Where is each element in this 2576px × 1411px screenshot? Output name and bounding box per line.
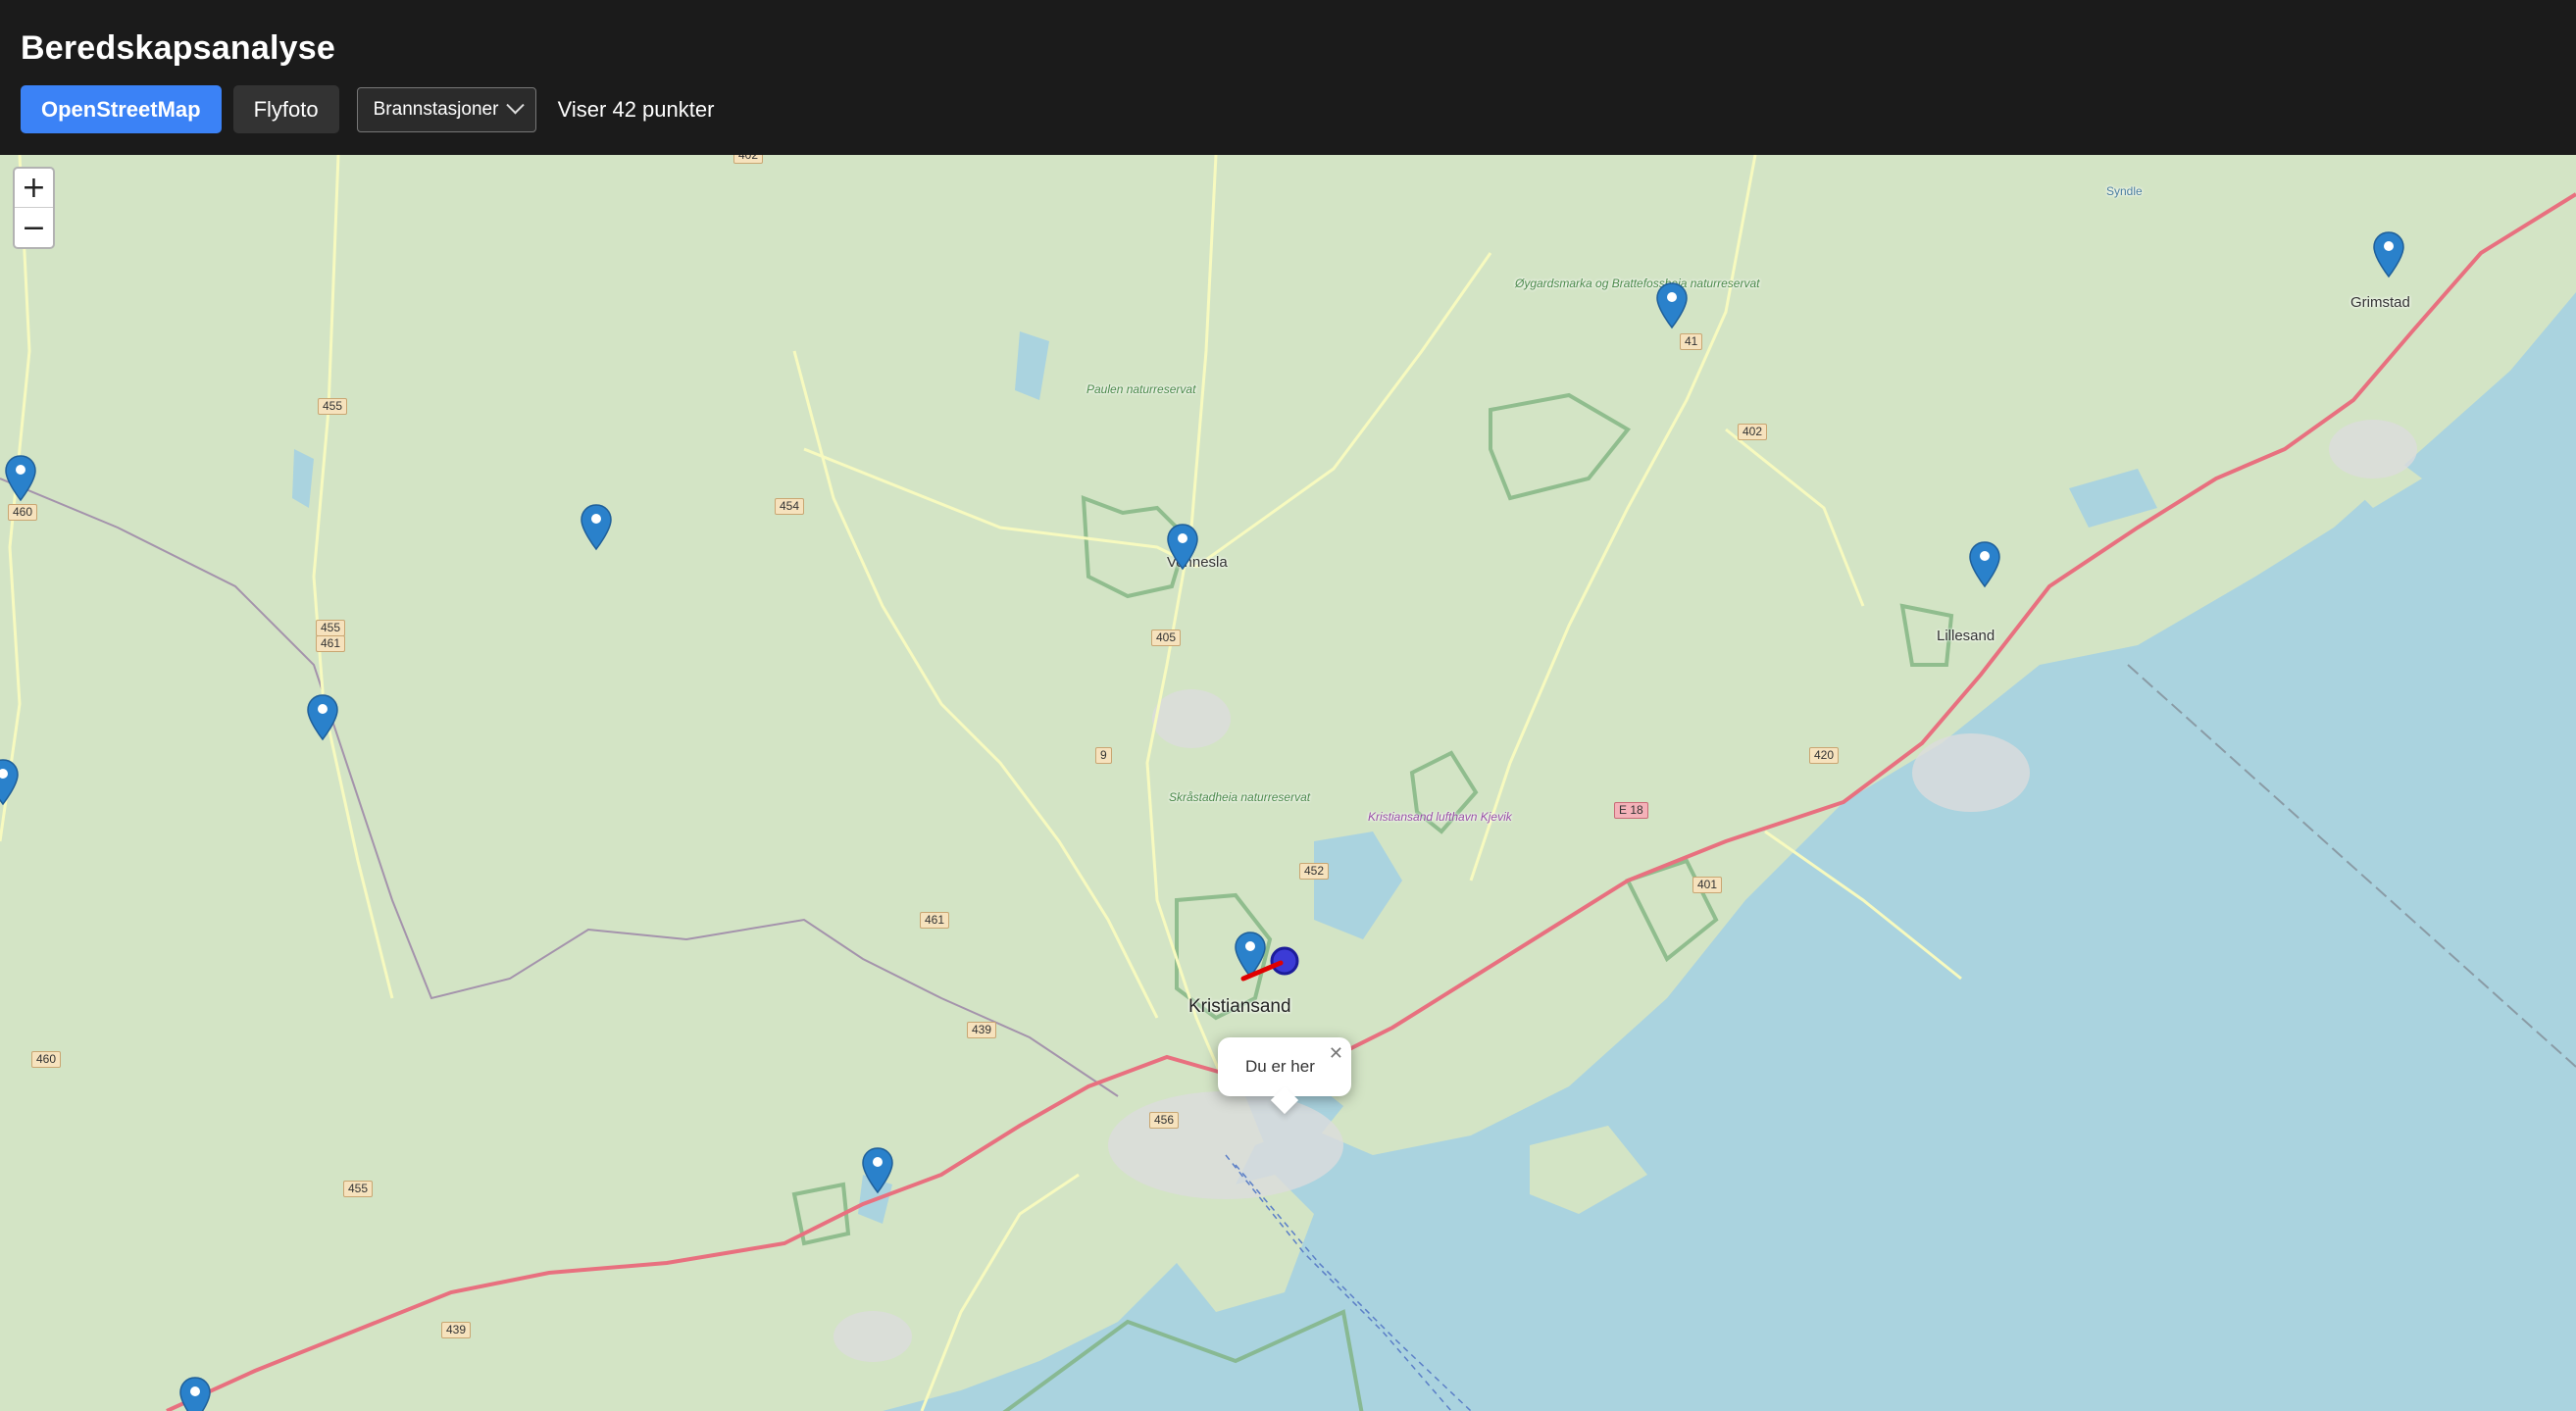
- map-marker-pin-icon[interactable]: [1166, 524, 1199, 571]
- app-header: Beredskapsanalyse OpenStreetMap Flyfoto …: [0, 0, 2576, 155]
- place-label-grimstad: Grimstad: [2350, 294, 2410, 311]
- map-marker-pin-icon[interactable]: [306, 694, 339, 741]
- reserve-label-skraastad: Skråstadheia naturreservat: [1169, 790, 1311, 804]
- road-shield: 9: [1095, 747, 1112, 764]
- user-location-icon: [1240, 946, 1299, 982]
- point-count-text: Viser 42 punkter: [557, 96, 715, 122]
- map-marker-pin-icon[interactable]: [4, 455, 37, 502]
- zoom-in-button[interactable]: +: [15, 169, 53, 208]
- road-shield: 402: [733, 155, 764, 164]
- map-marker-pin-icon[interactable]: [178, 1377, 212, 1411]
- map-basemap: [0, 155, 2576, 1411]
- map-marker-pin-icon[interactable]: [580, 504, 613, 551]
- popup-text: Du er her: [1245, 1057, 1315, 1076]
- road-shield: 405: [1151, 630, 1182, 646]
- close-icon[interactable]: ✕: [1329, 1043, 1343, 1064]
- map-marker-pin-icon[interactable]: [2372, 231, 2405, 278]
- openstreetmap-button[interactable]: OpenStreetMap: [21, 85, 222, 133]
- layer-select[interactable]: Brannstasjoner: [356, 86, 536, 132]
- place-label-lillesand: Lillesand: [1937, 628, 1995, 644]
- road-shield: 452: [1299, 863, 1330, 880]
- road-shield: 460: [8, 504, 38, 521]
- aerial-photo-button[interactable]: Flyfoto: [232, 85, 339, 133]
- road-shield: 455: [343, 1181, 374, 1197]
- road-shield: 461: [316, 635, 346, 652]
- road-shield: 455: [316, 620, 346, 636]
- airport-label-kjevik: Kristiansand lufthavn Kjevik: [1368, 810, 1512, 824]
- road-shield: 401: [1692, 877, 1723, 893]
- app-title: Beredskapsanalyse: [21, 29, 335, 67]
- map-marker-pin-icon[interactable]: [1655, 282, 1689, 329]
- reserve-label-paulen: Paulen naturreservat: [1086, 382, 1196, 396]
- road-shield: 439: [441, 1322, 472, 1338]
- road-shield: 41: [1680, 333, 1703, 350]
- road-shield: 461: [920, 912, 950, 929]
- road-shield: 420: [1809, 747, 1840, 764]
- toolbar: OpenStreetMap Flyfoto Brannstasjoner Vis…: [21, 85, 714, 133]
- road-shield: 439: [967, 1022, 997, 1038]
- reserve-label-oygardsmarka: Øygardsmarka og Brattefossheia naturrese…: [1515, 277, 1760, 290]
- layer-select-value: Brannstasjoner: [373, 98, 499, 120]
- road-shield: 456: [1149, 1112, 1180, 1129]
- place-label-kristiansand: Kristiansand: [1188, 996, 1291, 1017]
- road-shield: E 18: [1614, 802, 1648, 819]
- map-marker-pin-icon[interactable]: [0, 759, 20, 806]
- zoom-control: + −: [13, 167, 55, 249]
- map-canvas[interactable]: Kristiansand Lillesand Grimstad Vennesla…: [0, 155, 2576, 1411]
- map-marker-pin-icon[interactable]: [861, 1147, 894, 1194]
- map-marker-pin-icon[interactable]: [1968, 541, 2001, 588]
- road-shield: 455: [318, 398, 348, 415]
- chevron-down-icon: [505, 96, 525, 115]
- zoom-out-button[interactable]: −: [15, 208, 53, 247]
- road-shield: 460: [31, 1051, 62, 1068]
- location-popup: Du er her ✕: [1218, 1037, 1351, 1115]
- road-shield: 402: [1738, 424, 1768, 440]
- place-label-syndle: Syndle: [2106, 184, 2143, 198]
- road-shield: 454: [775, 498, 805, 515]
